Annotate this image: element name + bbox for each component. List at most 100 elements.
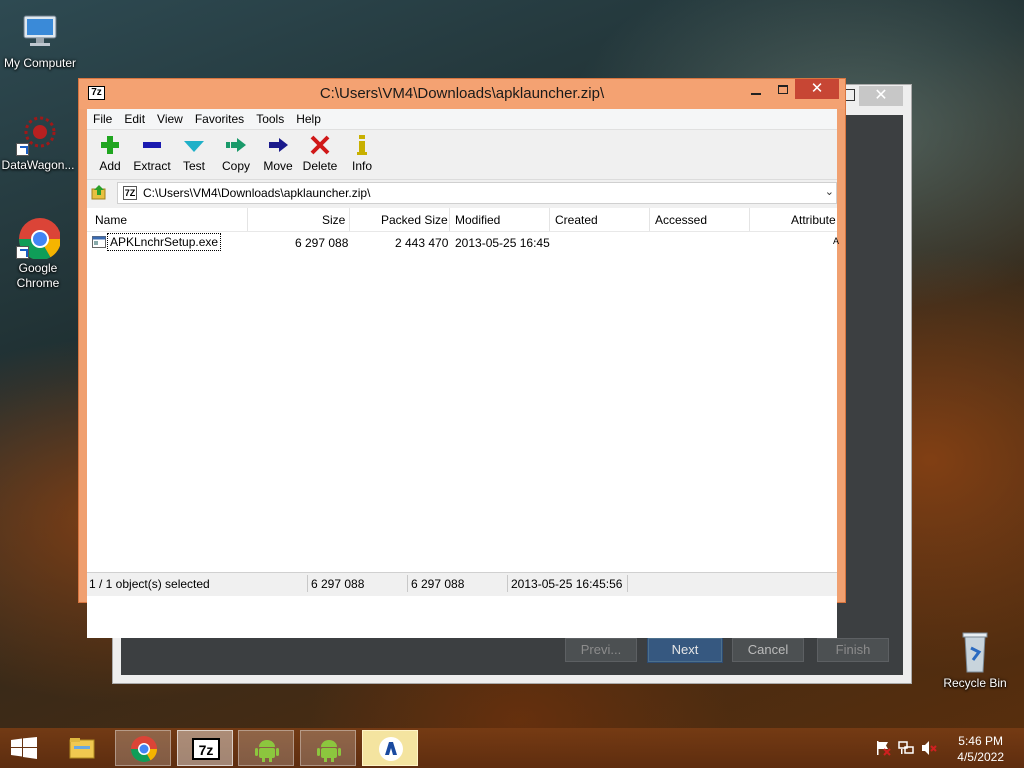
7zip-icon: 7z	[192, 738, 220, 760]
info-label: Info	[351, 159, 372, 173]
menu-help[interactable]: Help	[290, 109, 327, 130]
info-icon	[357, 135, 367, 155]
column-header-attributes[interactable]: Attribute	[791, 213, 836, 227]
extract-button[interactable]: Extract	[131, 130, 173, 179]
chevron-down-icon[interactable]: ⌄	[825, 185, 834, 198]
android-icon	[317, 740, 341, 762]
menu-favorites[interactable]: Favorites	[189, 109, 250, 130]
taskbar-7zip[interactable]: 7z	[177, 730, 233, 766]
exe-file-icon	[92, 236, 106, 248]
check-icon	[184, 141, 204, 152]
clock-time: 5:46 PM	[958, 734, 1003, 748]
x-icon	[310, 135, 330, 155]
desktop-icon-datawagon[interactable]: DataWagon...	[0, 112, 78, 173]
taskbar-android-1[interactable]	[238, 730, 294, 766]
copy-arrow-icon	[226, 138, 246, 152]
android-icon	[255, 740, 279, 762]
system-clock[interactable]: 5:46 PM 4/5/2022	[957, 733, 1004, 765]
taskbar-apk-launcher[interactable]	[362, 730, 418, 766]
menu-tools[interactable]: Tools	[250, 109, 290, 130]
datawagon-icon	[16, 112, 60, 156]
computer-icon	[18, 10, 62, 54]
status-bar: 1 / 1 object(s) selected 6 297 088 6 297…	[87, 572, 837, 594]
action-center-flag-icon[interactable]	[875, 740, 891, 756]
minus-icon	[143, 142, 161, 148]
move-label: Move	[263, 159, 293, 173]
move-arrow-icon	[269, 138, 288, 152]
menu-bar: File Edit View Favorites Tools Help	[87, 109, 837, 130]
address-path: C:\Users\VM4\Downloads\apklauncher.zip\	[143, 186, 371, 200]
clock-date: 4/5/2022	[957, 750, 1004, 764]
list-header: Name Size Packed Size Modified Created A…	[87, 208, 837, 232]
folder-up-icon[interactable]	[91, 184, 107, 200]
menu-file[interactable]: File	[87, 109, 118, 130]
7zip-file-manager-window[interactable]: 7z C:\Users\VM4\Downloads\apklauncher.zi…	[78, 78, 846, 638]
status-packed-size: 6 297 088	[411, 577, 465, 591]
file-attributes: A	[833, 236, 840, 246]
delete-label: Delete	[302, 159, 338, 173]
zip-file-icon: 7Z	[123, 186, 137, 200]
info-button[interactable]: Info	[341, 130, 383, 179]
minimize-icon[interactable]	[751, 93, 761, 95]
desktop-icon-recycle-bin[interactable]: Recycle Bin	[935, 630, 1015, 691]
file-packed-size: 2 443 470	[395, 236, 449, 250]
folder-icon	[69, 738, 95, 759]
status-modified: 2013-05-25 16:45:56	[511, 577, 623, 591]
finish-button[interactable]: Finish	[817, 638, 889, 662]
desktop-icon-label: DataWagon...	[1, 158, 75, 172]
taskbar-chrome[interactable]	[115, 730, 171, 766]
desktop-icon-label: Google Chrome	[16, 261, 60, 290]
add-label: Add	[99, 159, 121, 173]
list-item[interactable]: APKLnchrSetup.exe 6 297 088 2 443 470 20…	[87, 232, 840, 252]
title-bar[interactable]: 7z C:\Users\VM4\Downloads\apklauncher.zi…	[79, 79, 845, 109]
plus-icon	[101, 136, 119, 154]
extract-label: Extract	[133, 159, 171, 173]
column-header-size[interactable]: Size	[322, 213, 345, 227]
close-button[interactable]: ✕	[795, 79, 839, 99]
windows-start-icon[interactable]	[11, 737, 37, 759]
address-bar: 7Z C:\Users\VM4\Downloads\apklauncher.zi…	[87, 180, 837, 206]
svg-text:7z: 7z	[199, 742, 214, 758]
wizard-close-button[interactable]: ✕	[859, 86, 903, 106]
toolbar: Add Extract Test Copy Move Delete Info	[87, 130, 837, 180]
column-header-modified[interactable]: Modified	[455, 213, 500, 227]
window-title: C:\Users\VM4\Downloads\apklauncher.zip\	[319, 85, 605, 102]
copy-label: Copy	[221, 159, 250, 173]
previous-button[interactable]: Previ...	[565, 638, 637, 662]
apk-launcher-icon	[379, 737, 403, 761]
delete-button[interactable]: Delete	[299, 130, 341, 179]
status-size: 6 297 088	[311, 577, 365, 591]
chrome-icon	[16, 215, 62, 261]
taskbar-file-explorer[interactable]	[54, 730, 110, 766]
volume-muted-icon[interactable]	[921, 740, 937, 756]
shortcut-arrow-icon	[16, 246, 29, 259]
address-combobox[interactable]: 7Z C:\Users\VM4\Downloads\apklauncher.zi…	[117, 182, 837, 204]
cancel-button[interactable]: Cancel	[732, 638, 804, 662]
column-header-accessed[interactable]: Accessed	[655, 213, 707, 227]
test-button[interactable]: Test	[173, 130, 215, 179]
next-button[interactable]: Next	[648, 638, 722, 662]
file-modified: 2013-05-25 16:45	[455, 236, 550, 250]
taskbar: 7z 5:46 PM 4/5/2022	[0, 728, 1024, 768]
chrome-icon	[130, 736, 158, 763]
desktop-icon-my-computer[interactable]: My Computer	[0, 10, 80, 71]
network-icon[interactable]	[898, 740, 914, 756]
add-button[interactable]: Add	[89, 130, 131, 179]
status-selection: 1 / 1 object(s) selected	[89, 577, 210, 591]
column-header-packed-size[interactable]: Packed Size	[381, 213, 448, 227]
desktop-icon-label: My Computer	[3, 56, 77, 70]
maximize-icon[interactable]	[778, 85, 788, 94]
window-client-area: File Edit View Favorites Tools Help Add …	[87, 109, 840, 638]
column-header-created[interactable]: Created	[555, 213, 598, 227]
column-header-name[interactable]: Name	[95, 213, 127, 227]
taskbar-android-2[interactable]	[300, 730, 356, 766]
desktop-icon-google-chrome[interactable]: Google Chrome	[0, 215, 78, 291]
menu-view[interactable]: View	[151, 109, 189, 130]
move-button[interactable]: Move	[257, 130, 299, 179]
shortcut-arrow-icon	[16, 143, 29, 156]
file-name[interactable]: APKLnchrSetup.exe	[107, 233, 222, 251]
recycle-bin-icon	[953, 630, 997, 674]
file-size: 6 297 088	[295, 236, 349, 250]
menu-edit[interactable]: Edit	[118, 109, 151, 130]
copy-button[interactable]: Copy	[215, 130, 257, 179]
